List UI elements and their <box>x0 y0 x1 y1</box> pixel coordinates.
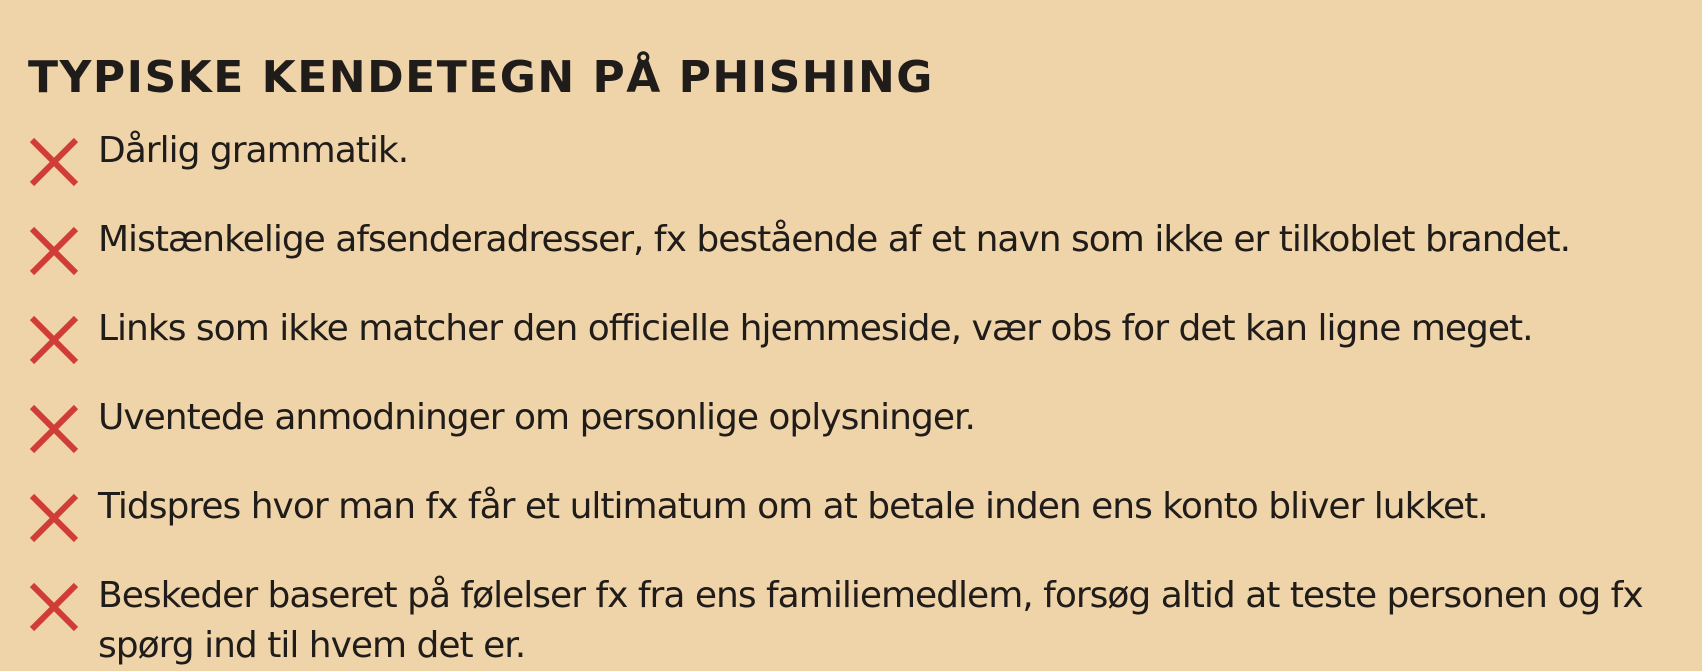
x-mark-icon <box>28 225 80 277</box>
list-item: Tidspres hvor man fx får et ultimatum om… <box>28 482 1682 544</box>
phishing-signs-panel: TYPISKE KENDETEGN PÅ PHISHING Dårlig gra… <box>0 0 1702 670</box>
x-mark-icon <box>28 314 80 366</box>
x-mark-icon <box>28 581 80 633</box>
list-item: Uventede anmodninger om personlige oplys… <box>28 393 1682 455</box>
list-item-text: Tidspres hvor man fx får et ultimatum om… <box>98 486 1489 527</box>
list-item: Beskeder baseret på følelser fx fra ens … <box>28 571 1682 671</box>
page-title: TYPISKE KENDETEGN PÅ PHISHING <box>28 52 934 103</box>
list-item-text: Uventede anmodninger om personlige oplys… <box>98 397 976 438</box>
list-item-text: Links som ikke matcher den officielle hj… <box>98 308 1534 349</box>
list-item: Links som ikke matcher den officielle hj… <box>28 304 1682 366</box>
phishing-signs-list: Dårlig grammatik. Mistænkelige afsendera… <box>28 126 1682 671</box>
list-item-text: Dårlig grammatik. <box>98 130 409 171</box>
list-item: Dårlig grammatik. <box>28 126 1682 188</box>
x-mark-icon <box>28 403 80 455</box>
x-mark-icon <box>28 136 80 188</box>
list-item-text: Beskeder baseret på følelser fx fra ens … <box>98 575 1644 666</box>
list-item: Mistænkelige afsenderadresser, fx beståe… <box>28 215 1682 277</box>
list-item-text: Mistænkelige afsenderadresser, fx beståe… <box>98 219 1571 260</box>
x-mark-icon <box>28 492 80 544</box>
